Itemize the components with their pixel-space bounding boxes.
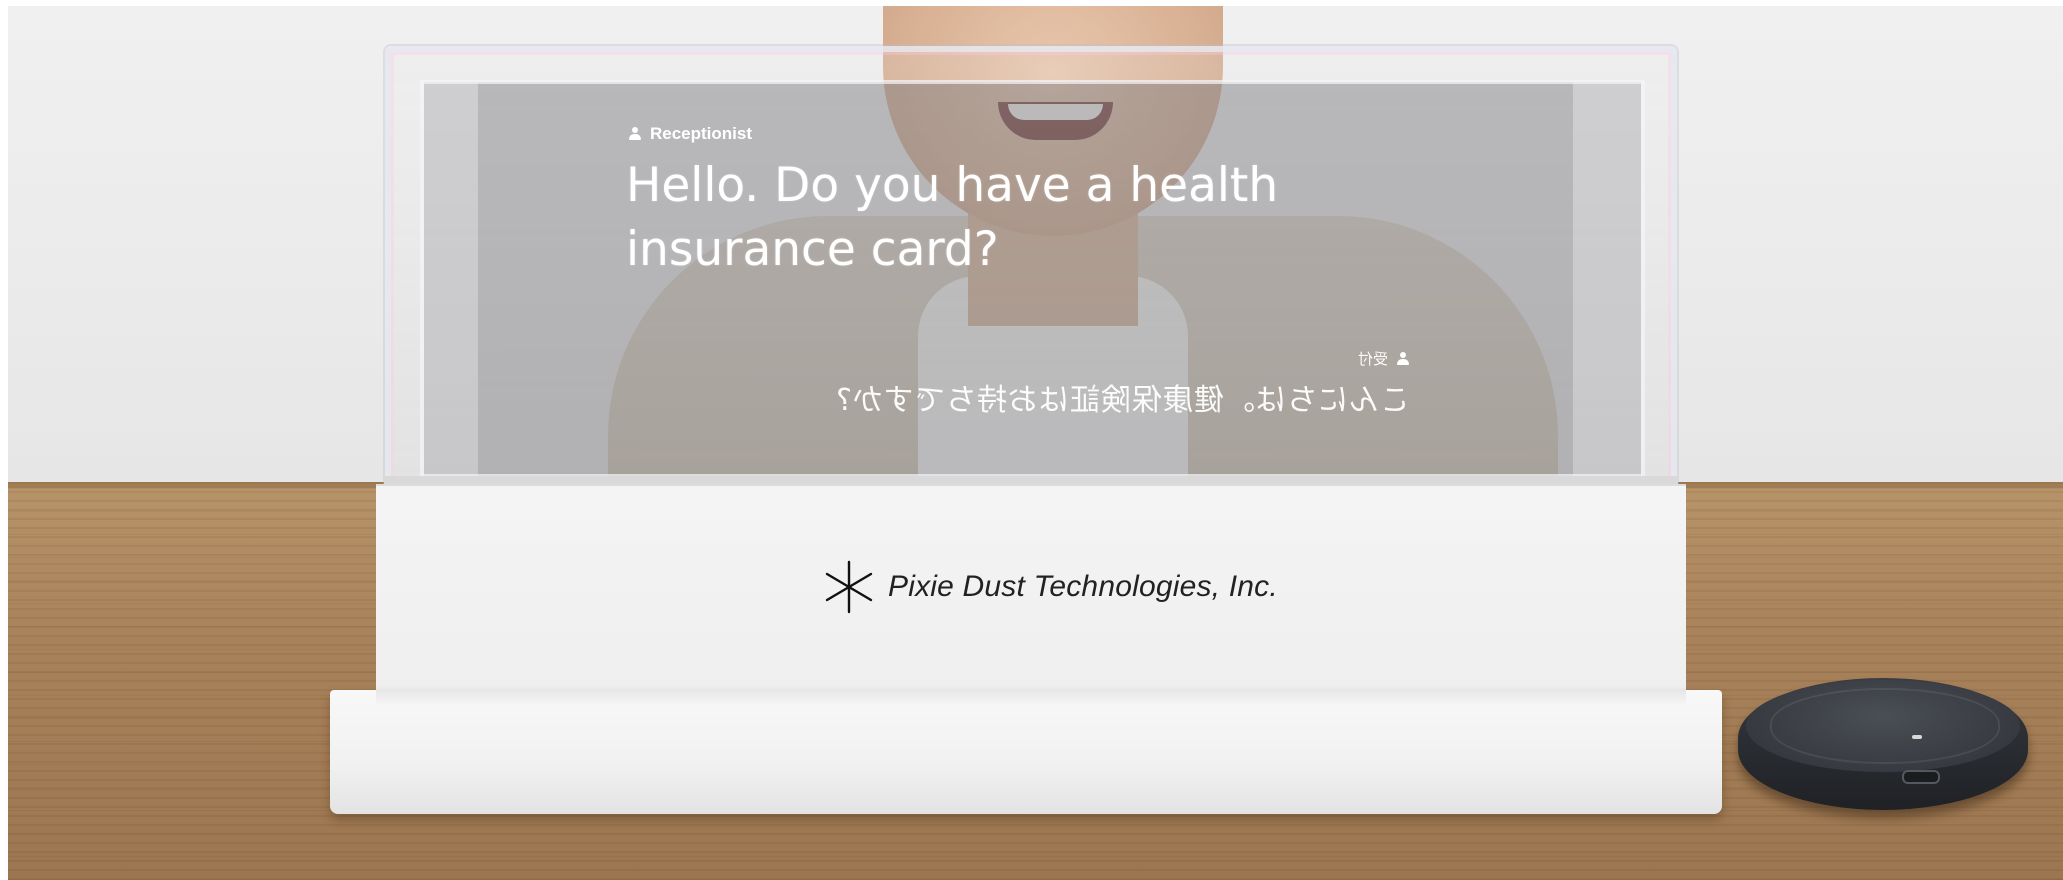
caption-japanese: こんにちは。健康保険証はお持ちですか? bbox=[835, 383, 1410, 418]
puck-usb-port bbox=[1902, 770, 1940, 784]
brand-name: Pixie Dust Technologies, Inc. bbox=[888, 570, 1278, 603]
display-base-front bbox=[330, 690, 1722, 814]
brand-logo: Pixie Dust Technologies, Inc. bbox=[820, 558, 1278, 616]
puck-ring bbox=[1770, 688, 2000, 764]
jp-speaker-row: 受付 bbox=[790, 348, 1410, 369]
asterisk-logo-icon bbox=[825, 560, 873, 614]
speaker-row: Receptionist bbox=[628, 124, 752, 144]
display-base-step bbox=[376, 690, 1686, 704]
puck-led-indicator bbox=[1912, 735, 1922, 739]
jp-speaker-label: 受付 bbox=[1357, 350, 1388, 368]
person-icon bbox=[628, 127, 642, 141]
caption-english: Hello. Do you have a health insurance ca… bbox=[626, 158, 1279, 277]
person-icon bbox=[1396, 352, 1410, 366]
speaker-label: Receptionist bbox=[650, 124, 753, 143]
mirrored-japanese-caption: 受付 こんにちは。健康保険証はお持ちですか? bbox=[790, 348, 1410, 419]
